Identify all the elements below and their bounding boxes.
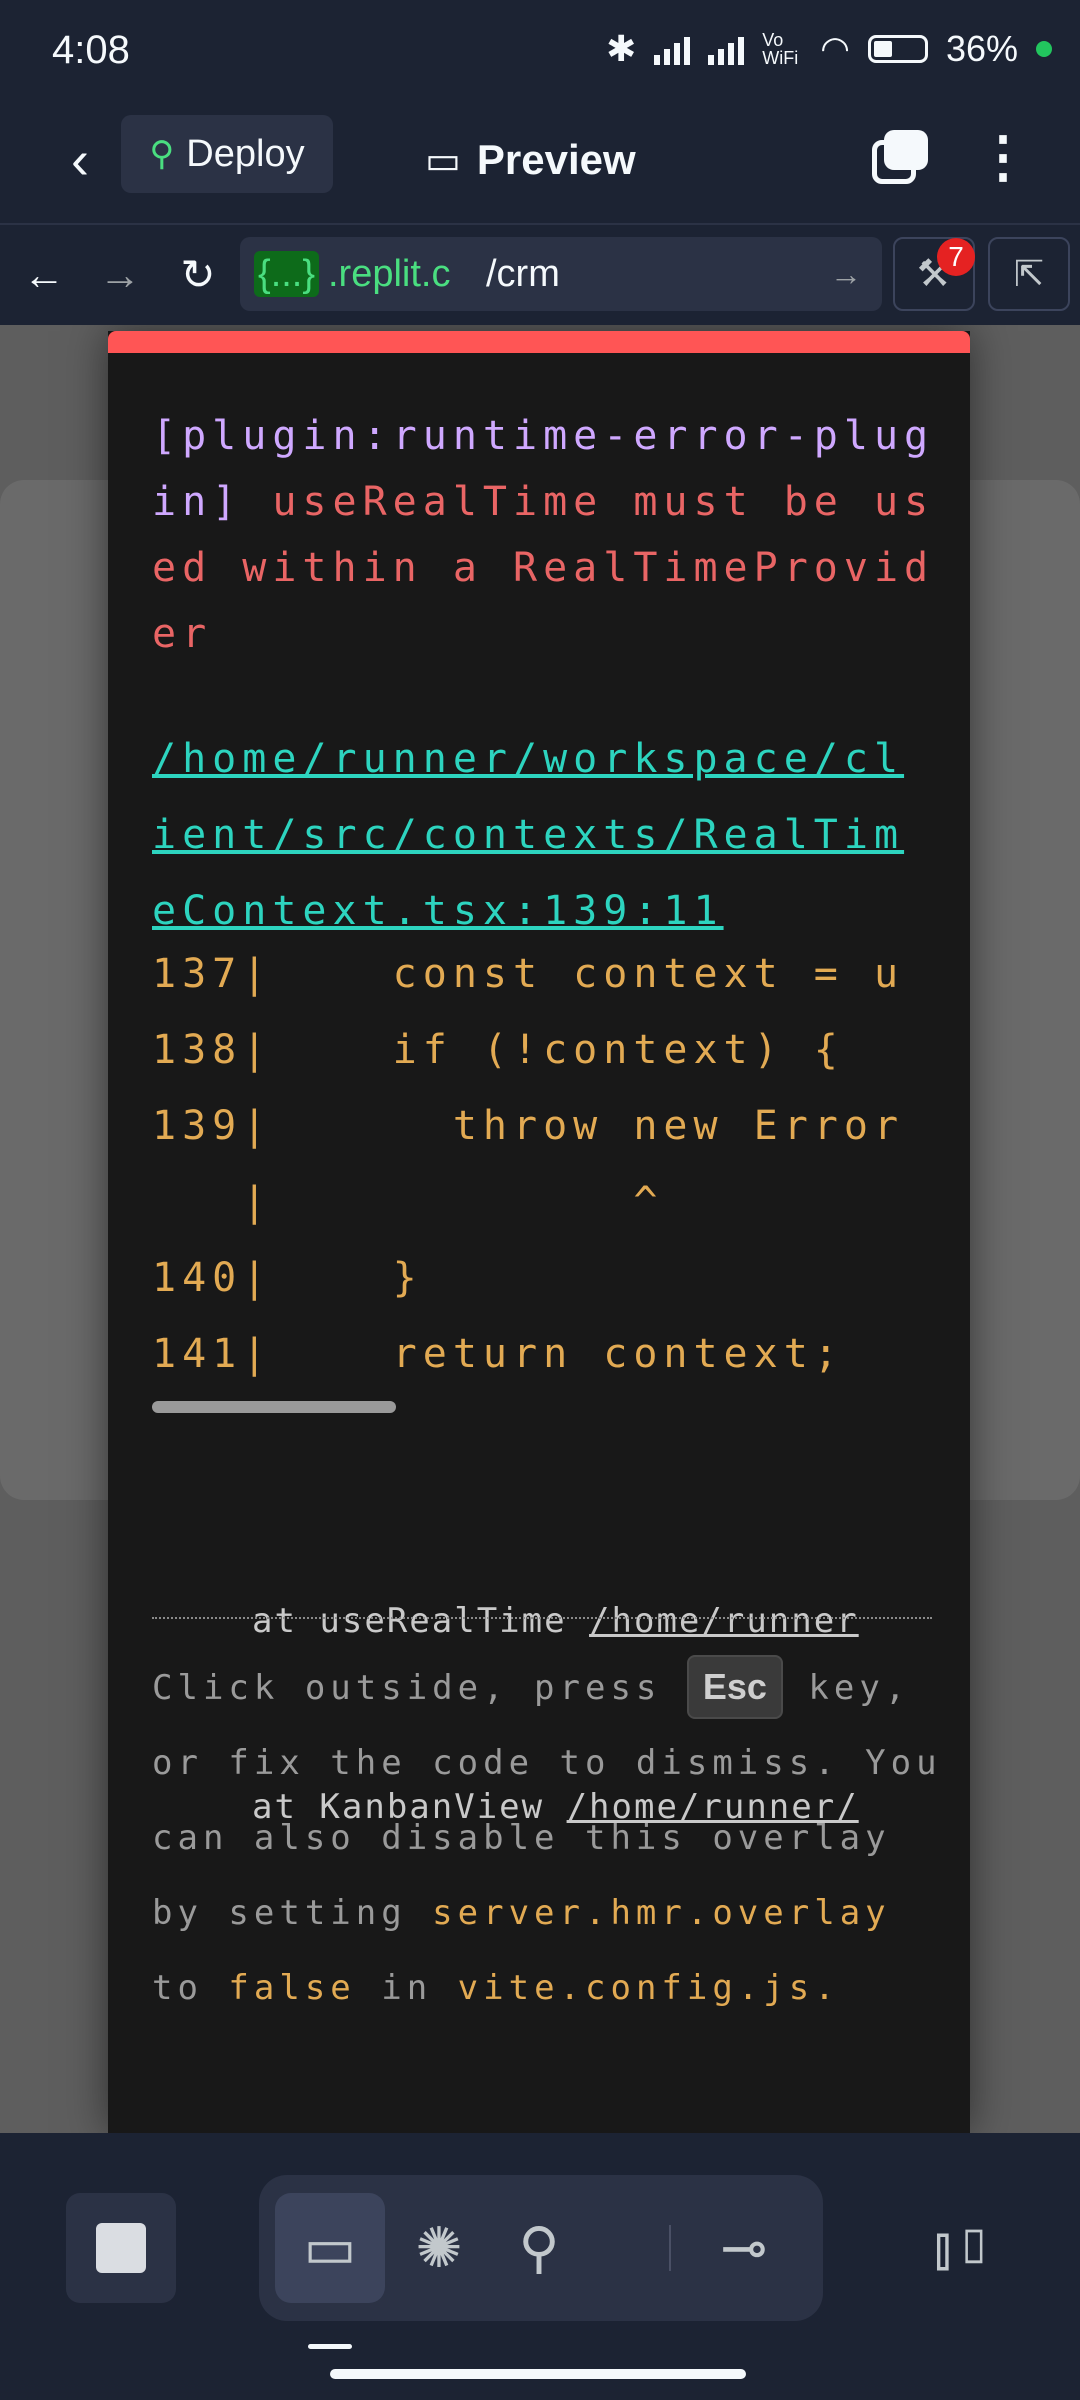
code-frame[interactable]: 137| const context = u 138| if (!context… bbox=[152, 951, 932, 1407]
url-bar: ← → ↻ {...} .replit.c /crm → ⚒ 7 ⇱ bbox=[0, 225, 1080, 325]
external-link-icon: ⇱ bbox=[1013, 253, 1045, 294]
workflows-icon: ✺ bbox=[415, 2216, 463, 2279]
tip-code: false bbox=[228, 1968, 356, 2008]
mode-separator bbox=[669, 2225, 671, 2271]
open-new-tab-button[interactable]: ⇱ bbox=[988, 237, 1070, 311]
mode-workflows-button[interactable]: ✺ bbox=[384, 2193, 494, 2303]
code-line: 140| } bbox=[152, 1255, 423, 1301]
chevron-left-icon: ‹ bbox=[71, 130, 89, 190]
deploy-icon: ⚲ bbox=[149, 135, 175, 173]
arrow-right-icon: → bbox=[99, 251, 141, 298]
mode-git-button[interactable]: ⊸ bbox=[689, 2193, 799, 2303]
url-badge: {...} bbox=[254, 251, 320, 297]
clock-time: 4:08 bbox=[52, 28, 130, 72]
active-tab-indicator bbox=[308, 2344, 352, 2349]
signal-icon bbox=[708, 33, 745, 65]
battery-icon bbox=[867, 35, 928, 63]
code-line: | ^ bbox=[152, 1179, 664, 1225]
nav-back-button[interactable]: ← bbox=[14, 245, 74, 305]
panel-toggle-icon: ⫾▯ bbox=[933, 2216, 997, 2279]
code-line: 138| if (!context) { bbox=[152, 1027, 844, 1073]
error-message: [plugin:runtime-error-plugin] useRealTim… bbox=[152, 403, 952, 667]
url-input[interactable]: {...} .replit.c /crm → bbox=[240, 237, 882, 311]
battery-percent: 36% bbox=[945, 28, 1018, 69]
monitor-icon: ▭ bbox=[425, 139, 461, 182]
url-path: /crm bbox=[486, 253, 560, 295]
reload-button[interactable]: ↻ bbox=[168, 245, 228, 305]
overlay-divider bbox=[152, 1617, 932, 1619]
signal-icon bbox=[654, 33, 691, 65]
tabs-icon-front bbox=[884, 130, 928, 170]
stop-icon bbox=[96, 2223, 146, 2273]
code-line: 139| throw new Error bbox=[152, 1103, 905, 1149]
bluetooth-icon: ✱ bbox=[606, 28, 637, 69]
bottom-toolbar: ▭ ✺ ⚲ ⊸ ⫾▯ bbox=[0, 2133, 1080, 2400]
tip-code: server.hmr.overlay bbox=[432, 1893, 891, 1933]
esc-key: Esc bbox=[686, 1655, 783, 1719]
error-text: useRealTime must be used within a RealTi… bbox=[152, 479, 935, 657]
monitor-icon: ▭ bbox=[303, 2216, 357, 2279]
stack-frame-link[interactable]: /home/runner bbox=[589, 1601, 859, 1641]
url-host: .replit.c bbox=[328, 253, 451, 295]
stack-frame: at useRealTime /home/runner bbox=[252, 1590, 859, 1652]
arrow-left-icon: ← bbox=[23, 251, 65, 298]
deploy-label: Deploy bbox=[186, 132, 305, 175]
wifi-icon: ◠ bbox=[820, 30, 850, 68]
home-indicator[interactable] bbox=[330, 2369, 746, 2379]
privacy-dot-icon bbox=[1036, 41, 1052, 57]
code-line: 141| return context; bbox=[152, 1331, 844, 1377]
stack-frame-label: at useRealTime bbox=[252, 1601, 590, 1641]
mode-switcher: ▭ ✺ ⚲ ⊸ bbox=[259, 2175, 823, 2321]
code-frame-scrollbar[interactable] bbox=[152, 1401, 396, 1413]
more-options-button[interactable]: ⋮ bbox=[975, 127, 1031, 193]
overlay-top-border bbox=[108, 331, 970, 353]
deploy-button[interactable]: ⚲ Deploy bbox=[121, 115, 333, 193]
go-arrow-icon[interactable]: → bbox=[830, 251, 862, 297]
reload-icon: ↻ bbox=[180, 251, 216, 298]
dismiss-tip: Click outside, press Esc key, or fix the… bbox=[152, 1651, 942, 2026]
preview-webview[interactable]: [plugin:runtime-error-plugin] useRealTim… bbox=[0, 325, 1080, 2133]
code-line: 137| const context = u bbox=[152, 951, 905, 997]
git-branch-icon: ⊸ bbox=[720, 2216, 768, 2279]
stop-button[interactable] bbox=[66, 2193, 176, 2303]
tabs-button[interactable] bbox=[868, 130, 928, 190]
vowifi-icon: Vo WiFi bbox=[762, 30, 799, 68]
status-bar: 4:08 ✱ Vo WiFi ◠ 36% bbox=[0, 0, 1080, 105]
deploy-antenna-icon: ⚲ bbox=[518, 2216, 560, 2279]
tip-text: to bbox=[152, 1968, 229, 2008]
error-file-link[interactable]: /home/runner/workspace/client/src/contex… bbox=[152, 721, 932, 949]
more-vertical-icon: ⋮ bbox=[975, 125, 1031, 188]
mode-deploy-button[interactable]: ⚲ bbox=[484, 2193, 594, 2303]
panel-toggle-button[interactable]: ⫾▯ bbox=[910, 2193, 1020, 2303]
back-button[interactable]: ‹ bbox=[50, 130, 110, 190]
tip-code: vite.config.js bbox=[457, 1968, 815, 2008]
status-icons: ✱ Vo WiFi ◠ 36% bbox=[606, 28, 1052, 70]
error-overlay[interactable]: [plugin:runtime-error-plugin] useRealTim… bbox=[108, 331, 970, 2133]
tab-preview[interactable]: ▭ Preview bbox=[425, 125, 636, 195]
tip-text: . bbox=[814, 1968, 840, 2008]
app-header: ‹ ⚲ Deploy ▭ Preview ⋮ bbox=[0, 105, 1080, 225]
preview-label: Preview bbox=[476, 136, 636, 183]
tip-text: Click outside, press bbox=[152, 1668, 687, 1708]
nav-forward-button[interactable]: → bbox=[90, 245, 150, 305]
tip-text: in bbox=[355, 1968, 458, 2008]
mode-preview-button[interactable]: ▭ bbox=[275, 2193, 385, 2303]
devtools-count-badge: 7 bbox=[937, 238, 975, 276]
